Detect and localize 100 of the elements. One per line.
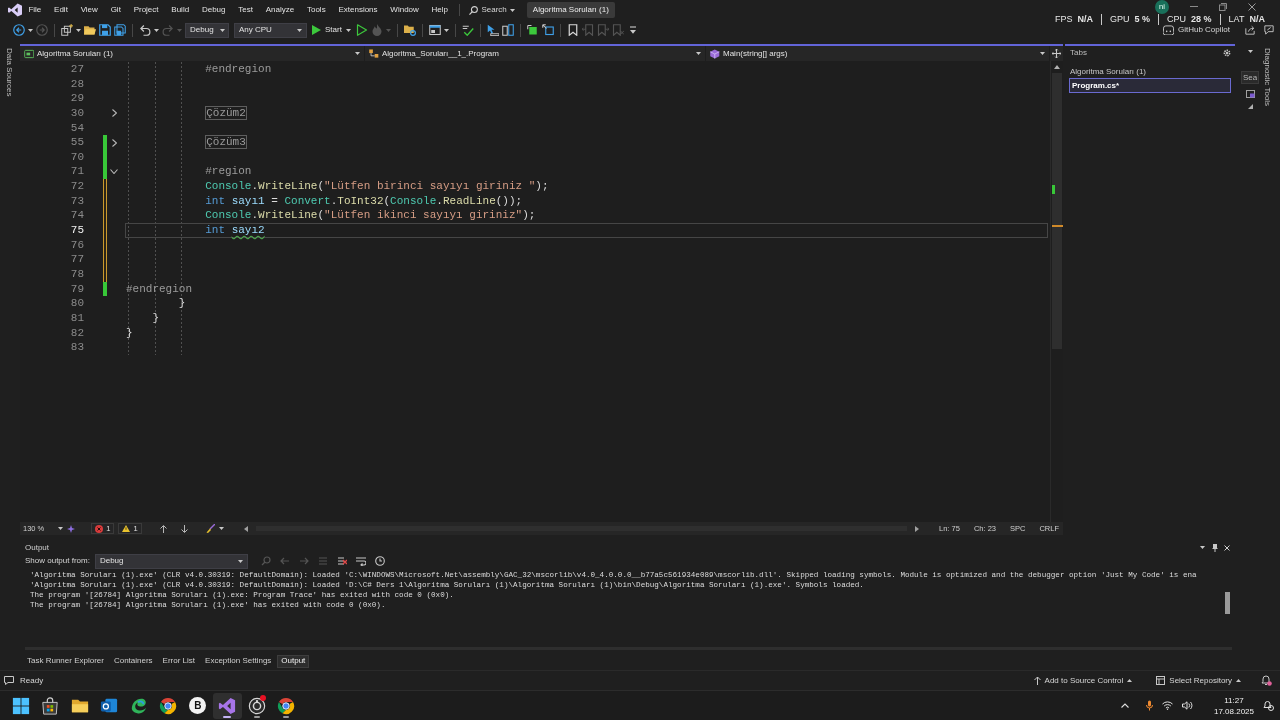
chevron-right-icon[interactable] [111, 109, 117, 118]
notification-center-icon[interactable] [1263, 700, 1274, 711]
letter-logo[interactable]: B [189, 697, 207, 714]
chevron-up-icon[interactable] [1120, 703, 1129, 708]
lines-check-icon[interactable] [461, 24, 474, 36]
scroll-up-icon[interactable] [1054, 65, 1060, 69]
arrow-up-icon[interactable] [159, 524, 167, 533]
repository-button[interactable]: Select Repository [1150, 675, 1247, 686]
arrow-down-icon[interactable] [180, 524, 188, 533]
output-source-dropdown[interactable]: Debug [94, 553, 248, 569]
menu-item[interactable]: View [74, 5, 105, 15]
pin-icon[interactable] [1212, 543, 1218, 552]
scrollbar-thumb[interactable] [1225, 592, 1230, 614]
caret-icon[interactable] [1200, 546, 1205, 549]
active-app-highlight[interactable] [212, 692, 242, 719]
chevron-down-icon[interactable] [110, 169, 118, 175]
menu-item[interactable]: Project [127, 5, 165, 15]
menu-item[interactable]: Git [104, 5, 128, 15]
restore-icon[interactable] [1219, 3, 1227, 11]
swirl-icon[interactable] [129, 696, 148, 715]
square-arrows-icon[interactable] [541, 24, 554, 36]
settings-icon[interactable] [1223, 48, 1231, 57]
menu-item[interactable]: Tools [300, 5, 333, 15]
menu-item[interactable]: Analyze [259, 5, 301, 15]
line-number: 78 [69, 266, 84, 282]
menu-item[interactable]: File [22, 5, 48, 15]
collapsed-region[interactable]: Çözüm2 [205, 105, 247, 120]
clock-icon[interactable] [374, 556, 385, 566]
bell-icon[interactable] [1261, 675, 1272, 686]
caret-icon[interactable] [218, 527, 224, 530]
scroll-right-icon[interactable] [915, 525, 919, 532]
chevron-right-icon[interactable] [111, 138, 117, 147]
panel-tab[interactable]: Containers [109, 654, 157, 668]
panel-tab[interactable]: Exception Settings [201, 654, 276, 668]
picture-icon[interactable] [1245, 90, 1255, 98]
start-button[interactable]: Start [310, 25, 353, 35]
menu-item[interactable]: Test [231, 5, 260, 15]
four-squares-icon[interactable] [11, 696, 30, 715]
stacked-windows-icon[interactable] [61, 24, 73, 36]
speaker-icon[interactable] [1181, 701, 1193, 710]
panel-tab[interactable]: Output [277, 654, 310, 668]
configuration-dropdown[interactable]: Debug [185, 22, 229, 38]
curved-arrow-left-icon[interactable] [139, 24, 151, 36]
close-icon[interactable] [1224, 544, 1230, 551]
menu-item[interactable]: Edit [47, 5, 75, 15]
share-icon[interactable] [1245, 25, 1255, 35]
search-button[interactable]: Search [465, 5, 519, 15]
clear-all-icon[interactable] [336, 556, 347, 566]
clock-time[interactable]: 11:27 [1224, 694, 1244, 706]
navigation-dropdown[interactable]: Algoritma_Soruları__1_.Program [365, 46, 706, 61]
circle-arrow-left-icon[interactable] [13, 24, 25, 36]
ring-circle-icon[interactable] [247, 696, 266, 715]
shopping-bag-icon[interactable] [41, 696, 60, 715]
wifi-icon[interactable] [1161, 701, 1173, 710]
side-tab[interactable]: Diagnostic Tools [1262, 44, 1272, 535]
scrollbar-thumb[interactable] [1052, 73, 1062, 349]
feedback-icon[interactable] [1264, 25, 1274, 35]
word-wrap-icon[interactable] [355, 556, 366, 566]
folder-gear-icon[interactable] [403, 24, 416, 36]
tricolor-circle-icon[interactable] [277, 696, 296, 715]
sparkle-icon[interactable] [67, 524, 76, 533]
scroll-left-icon[interactable] [243, 525, 248, 532]
close-icon[interactable] [1248, 3, 1256, 11]
platform-dropdown[interactable]: Any CPU [234, 22, 307, 38]
menu-item[interactable]: Extensions [332, 5, 384, 15]
window-layout-icon[interactable] [428, 24, 441, 36]
caret-icon[interactable] [1247, 50, 1253, 53]
side-tab[interactable]: Data Sources [4, 44, 14, 535]
panels-icon[interactable] [501, 24, 514, 36]
brush-icon[interactable] [205, 524, 215, 533]
caret-icon[interactable] [76, 28, 81, 32]
folder-icon[interactable] [84, 24, 96, 36]
navigation-dropdown[interactable]: Algoritma Soruları (1) [20, 46, 365, 61]
play-outline-icon[interactable] [355, 24, 368, 36]
bookmark-icon[interactable] [566, 24, 579, 36]
caret-icon[interactable] [154, 28, 159, 32]
clock-date[interactable]: 17.08.2025 [1213, 705, 1254, 717]
menu-item[interactable]: Window [383, 5, 426, 15]
stacked-floppy-disks-icon[interactable] [114, 24, 126, 36]
assistant-button[interactable]: GitHub Copilot [1156, 24, 1236, 36]
code-line: int sayı1 = Convert.ToInt32(Console.ReadLine()); [205, 194, 523, 207]
collapsed-region[interactable]: Çözüm3 [205, 135, 247, 150]
cross-arrows-icon[interactable] [1052, 49, 1061, 58]
microphone-icon[interactable] [1145, 700, 1153, 711]
solution-name[interactable]: Algoritma Soruları (1) [526, 2, 615, 18]
menu-item[interactable]: Help [425, 5, 455, 15]
panel-tab[interactable]: Task Runner Explorer [23, 654, 108, 668]
cursor-line-icon[interactable] [486, 24, 499, 36]
ribbon-logo-icon[interactable] [8, 3, 22, 17]
tricolor-circle-icon[interactable] [159, 696, 178, 715]
navigation-dropdown[interactable]: Main(string[] args) [706, 46, 1050, 61]
source-control-button[interactable]: Add to Source Control [1027, 675, 1139, 686]
menu-item[interactable]: Debug [195, 5, 232, 15]
caret-icon[interactable] [443, 28, 449, 32]
mail-tile-icon[interactable] [100, 696, 119, 715]
menu-item[interactable]: Build [164, 5, 196, 15]
panel-tab[interactable]: Error List [158, 654, 200, 668]
caret-icon[interactable] [28, 28, 33, 32]
open-tab-item[interactable]: Program.cs* [1069, 77, 1231, 94]
explorer-search-field[interactable]: Sea [1241, 71, 1259, 84]
